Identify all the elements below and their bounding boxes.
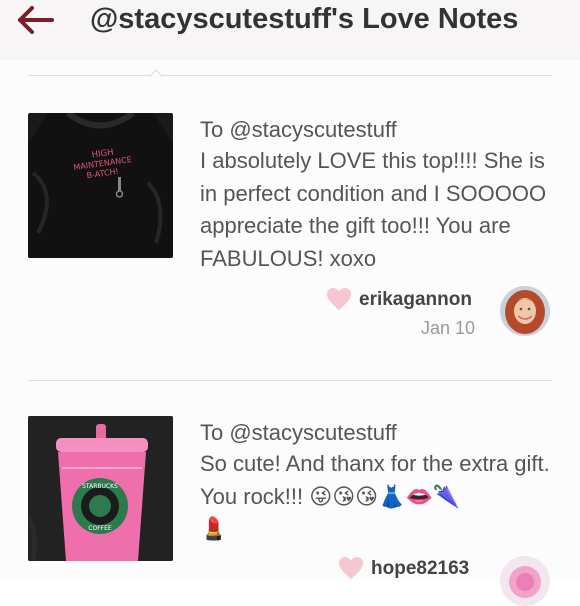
note-recipient: To @stacyscutestuff bbox=[200, 420, 397, 445]
caret-up-icon bbox=[149, 69, 163, 77]
note-recipient: To @stacyscutestuff bbox=[200, 117, 397, 142]
top-divider bbox=[28, 75, 552, 76]
lipstick-emoji: 💄 bbox=[200, 516, 228, 541]
back-arrow-icon bbox=[18, 6, 54, 34]
heart-icon[interactable] bbox=[326, 287, 352, 311]
note-image-top[interactable]: HIGH MAINTENANCE B-ATCH! bbox=[28, 113, 173, 258]
page-title: @stacyscutestuff's Love Notes bbox=[90, 3, 519, 35]
starbucks-case-image: STARBUCKS COFFEE bbox=[28, 416, 173, 561]
heart-icon[interactable] bbox=[338, 556, 364, 580]
note-divider bbox=[28, 380, 552, 381]
avatar[interactable] bbox=[500, 286, 550, 336]
svg-text:STARBUCKS: STARBUCKS bbox=[82, 483, 118, 490]
note-username[interactable]: hope82163 bbox=[371, 558, 469, 580]
note-username[interactable]: erikagannon bbox=[359, 289, 472, 311]
black-top-image: HIGH MAINTENANCE B-ATCH! bbox=[28, 113, 173, 258]
header-bar: @stacyscutestuff's Love Notes bbox=[0, 0, 580, 60]
note-message: I absolutely LOVE this top!!!! She is in… bbox=[200, 148, 547, 271]
back-button[interactable] bbox=[14, 2, 58, 38]
note-image-bottom[interactable]: STARBUCKS COFFEE bbox=[28, 416, 173, 561]
note-date: Jan 10 bbox=[421, 318, 476, 338]
avatar[interactable] bbox=[500, 556, 550, 606]
note-message: So cute! And thanx for the extra gift. Y… bbox=[200, 448, 552, 546]
emoji-row: 😜😘😘👗👄🌂 bbox=[309, 483, 461, 509]
svg-text:COFFEE: COFFEE bbox=[88, 525, 112, 532]
